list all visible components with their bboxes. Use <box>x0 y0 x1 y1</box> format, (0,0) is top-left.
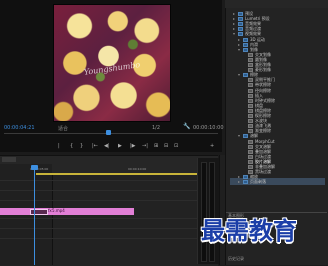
overwrite-icon[interactable]: ⊟ <box>164 143 168 149</box>
audio-meter-right <box>209 162 215 262</box>
go-to-in-icon[interactable]: |← <box>92 143 98 149</box>
video-clip[interactable] <box>0 208 134 215</box>
effects-panel-header <box>225 0 328 8</box>
audio-meter-left <box>201 162 207 262</box>
resolution-select[interactable]: 1/2 <box>152 125 160 131</box>
export-frame-icon[interactable]: ⊡ <box>174 143 178 149</box>
track-divider <box>0 218 218 219</box>
go-to-out-icon[interactable]: →| <box>142 143 148 149</box>
mark-out-brace-icon[interactable]: } <box>80 143 83 149</box>
play-icon[interactable]: ▶ <box>118 143 122 149</box>
monitor-scrub-bar[interactable] <box>4 133 218 134</box>
track-divider <box>0 228 218 229</box>
timeline-playhead-handle[interactable] <box>31 165 38 170</box>
step-forward-icon[interactable]: |▶ <box>130 143 136 149</box>
step-back-icon[interactable]: ◀| <box>104 143 110 149</box>
duration-timecode: 00:00:10:00 <box>193 125 224 131</box>
effects-tree-item[interactable]: ▸ 页面剥落 <box>238 178 266 185</box>
mark-in-icon[interactable]: | <box>58 143 60 149</box>
timeline-playhead-line[interactable] <box>34 168 35 265</box>
timeline-header <box>0 156 218 164</box>
monitor-playhead-handle[interactable] <box>106 130 111 135</box>
track-divider <box>0 190 218 191</box>
effects-tree-label: 页面剥落 <box>250 179 266 185</box>
history-panel-title: 历史记录 <box>228 256 244 261</box>
insert-icon[interactable]: ⊞ <box>154 143 158 149</box>
work-area-bar[interactable] <box>36 173 216 175</box>
ruler-tick-label: 00:00:10:00 <box>128 167 147 171</box>
mark-in-brace-icon[interactable]: { <box>70 143 73 149</box>
track-divider <box>0 180 218 181</box>
track-divider <box>0 200 218 201</box>
folder-icon <box>243 180 248 185</box>
clip-name: 5.mp4 <box>52 208 65 213</box>
track-divider <box>0 238 218 239</box>
add-button-icon[interactable]: + <box>210 143 214 149</box>
brand-watermark: 最需教育 <box>201 216 297 245</box>
transition-marker[interactable] <box>30 209 48 215</box>
timeline-tab[interactable] <box>2 157 16 162</box>
zoom-fit-select[interactable]: 适合 <box>58 125 68 132</box>
settings-wrench-icon[interactable]: 🔧 <box>183 123 190 130</box>
playhead-timecode[interactable]: 00:00:04:21 <box>4 125 35 131</box>
